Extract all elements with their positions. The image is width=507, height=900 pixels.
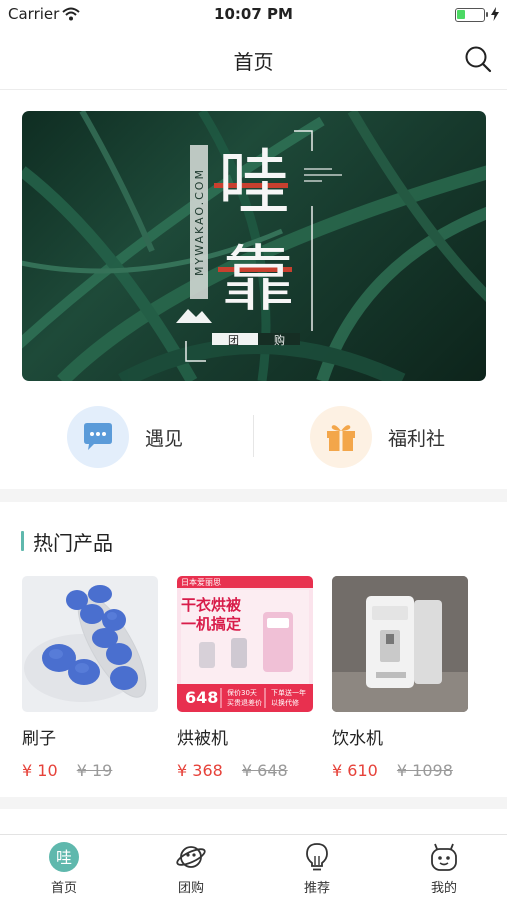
tab-recommend[interactable]: 推荐 (282, 841, 352, 896)
product-prices: ¥ 10 ¥ 19 (22, 761, 158, 780)
product-prices: ¥ 610 ¥ 1098 (332, 761, 468, 780)
product-image-headline-2: 一机搞定 (181, 615, 242, 633)
product-image (332, 576, 468, 712)
product-image-headline-1: 干衣烘被 (181, 596, 242, 614)
banner-side-text: MYWAKAO.COM (193, 168, 206, 276)
section-divider (0, 797, 507, 809)
section-divider (0, 489, 507, 502)
product-original-price: ¥ 648 (241, 761, 288, 780)
banner-logo-char-1: 哇 (218, 141, 291, 225)
entry-divider (253, 415, 254, 457)
tab-mine[interactable]: 我的 (409, 841, 479, 896)
product-image: 日本爱丽思 干衣烘被 一机搞定 648 保价30天 买贵退差价 下单送一年 以换… (177, 576, 313, 712)
tab-home[interactable]: 哇 首页 (29, 841, 99, 896)
battery-level (457, 10, 465, 19)
lightbulb-icon (301, 841, 333, 873)
product-image (22, 576, 158, 712)
tab-label: 团购 (177, 881, 204, 896)
entry-row: 遇见 福利社 (0, 390, 507, 485)
svg-text:哇: 哇 (56, 848, 72, 867)
tab-group-buy[interactable]: 团购 (156, 841, 226, 896)
entry-meet[interactable]: 遇见 (67, 406, 183, 468)
tab-label: 首页 (50, 881, 77, 896)
planet-icon (175, 841, 207, 873)
battery-icon (455, 8, 488, 22)
product-name: 刷子 (22, 729, 56, 749)
product-price: ¥ 10 (22, 761, 58, 780)
banner-logo-char-2: 靠 (222, 237, 295, 321)
product-original-price: ¥ 1098 (396, 761, 453, 780)
banner-carousel[interactable]: 哇 靠 MYWAKAO.COM 团 购 (22, 111, 486, 381)
product-image-promo-3: 下单送一年 (271, 689, 306, 697)
wa-logo-icon: 哇 (48, 841, 80, 873)
product-price: ¥ 610 (332, 761, 378, 780)
charging-icon (491, 6, 499, 25)
product-image-promo-1: 保价30天 (227, 689, 257, 697)
product-name: 烘被机 (177, 729, 228, 749)
nav-bar: 首页 (0, 28, 507, 90)
product-card-water-dispenser[interactable]: 饮水机 ¥ 610 ¥ 1098 (332, 576, 468, 780)
search-icon[interactable] (463, 44, 493, 74)
product-image-brand: 日本爱丽思 (181, 578, 221, 587)
product-image-promo-4: 以换代修 (271, 699, 299, 707)
product-card-dryer[interactable]: 日本爱丽思 干衣烘被 一机搞定 648 保价30天 买贵退差价 下单送一年 以换… (177, 576, 313, 780)
gift-icon (310, 406, 372, 468)
product-price: ¥ 368 (177, 761, 223, 780)
product-name: 饮水机 (332, 729, 383, 749)
page-title: 首页 (233, 50, 274, 74)
entry-welfare[interactable]: 福利社 (310, 406, 445, 468)
product-original-price: ¥ 19 (76, 761, 113, 780)
chat-bubble-icon (67, 406, 129, 468)
product-prices: ¥ 368 ¥ 648 (177, 761, 313, 780)
section-accent-bar (21, 531, 24, 551)
entry-meet-label: 遇见 (145, 427, 184, 450)
product-card-brush[interactable]: 刷子 ¥ 10 ¥ 19 (22, 576, 158, 780)
tab-label: 推荐 (303, 881, 330, 896)
status-time: 10:07 PM (214, 5, 293, 23)
banner-sub-right: 购 (274, 334, 285, 347)
tab-label: 我的 (430, 881, 457, 896)
product-image-promo-2: 买贵退差价 (227, 699, 262, 707)
product-image-price-tag: 648 (185, 688, 219, 707)
section-header-hot-products: 热门产品 (21, 528, 113, 555)
section-title: 热门产品 (33, 530, 113, 555)
status-bar: Carrier 10:07 PM (0, 0, 507, 28)
robot-face-icon (428, 841, 460, 873)
banner-sub-left: 团 (228, 334, 239, 347)
tab-bar: 哇 首页 团购 推荐 我的 (0, 834, 507, 900)
entry-welfare-label: 福利社 (388, 427, 446, 450)
